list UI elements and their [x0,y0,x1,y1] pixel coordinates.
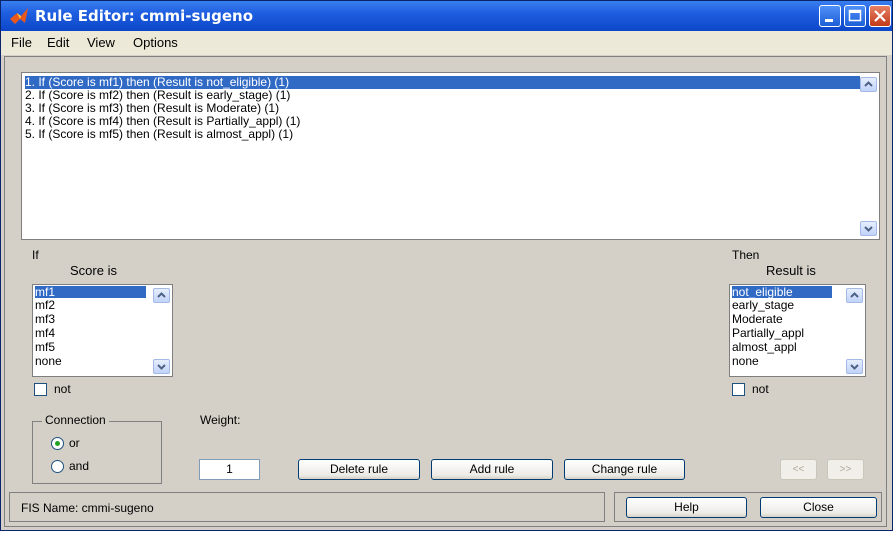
if-label: If [32,248,39,262]
rules-scrollbar[interactable] [860,74,878,238]
window-title: Rule Editor: cmmi-sugeno [35,7,254,25]
connection-title: Connection [42,413,109,427]
then-label: Then [732,248,760,262]
if-not-label: not [54,382,71,396]
weight-input[interactable]: 1 [199,459,260,480]
maximize-button[interactable] [844,5,866,27]
list-item[interactable]: none [35,355,62,367]
maximize-icon [848,9,862,22]
close-button[interactable]: Close [760,497,877,518]
menu-file[interactable]: File [11,35,32,50]
menu-edit[interactable]: Edit [47,35,69,50]
help-button[interactable]: Help [626,497,747,518]
scroll-up-button[interactable] [846,288,863,303]
rules-list[interactable]: 1. If (Score is mf1) then (Result is not… [21,72,880,240]
scroll-up-button[interactable] [153,288,170,303]
previous-button[interactable]: << [780,459,817,480]
list-item[interactable]: mf4 [35,327,55,339]
scroll-up-button[interactable] [860,77,877,92]
change-rule-button[interactable]: Change rule [564,459,685,480]
list-item[interactable]: mf5 [35,341,55,353]
then-not-checkbox[interactable] [732,383,745,396]
and-radio[interactable] [51,460,64,473]
close-window-button[interactable] [869,5,891,27]
matlab-logo-icon [10,8,28,24]
list-item[interactable]: almost_appl [732,341,797,353]
minimize-button[interactable] [819,5,841,27]
chevron-up-icon [157,292,166,298]
status-bar: FIS Name: cmmi-sugeno [9,492,605,522]
output-mf-list[interactable]: not_eligible early_stage Moderate Partia… [729,284,866,377]
list-item[interactable]: mf1 [35,286,146,298]
radio-selected-dot [55,441,60,446]
minimize-icon [825,19,833,22]
input-list-scrollbar[interactable] [153,286,171,375]
input-mf-list[interactable]: mf1 mf2 mf3 mf4 mf5 none [32,284,173,377]
delete-rule-button[interactable]: Delete rule [298,459,420,480]
status-text: FIS Name: cmmi-sugeno [21,501,154,515]
close-icon [874,10,886,22]
list-item[interactable]: early_stage [732,299,794,311]
add-rule-button[interactable]: Add rule [431,459,553,480]
list-item[interactable]: mf2 [35,299,55,311]
title-bar[interactable]: Rule Editor: cmmi-sugeno [1,1,892,31]
if-not-checkbox[interactable] [34,383,47,396]
connection-group [32,421,162,484]
list-item[interactable]: none [732,355,759,367]
chevron-down-icon [157,364,166,370]
then-not-label: not [752,382,769,396]
list-item[interactable]: not_eligible [732,286,832,298]
menu-options[interactable]: Options [133,35,178,50]
list-item[interactable]: Moderate [732,313,783,325]
scroll-down-button[interactable] [860,221,877,236]
next-button[interactable]: >> [827,459,864,480]
chevron-down-icon [850,364,859,370]
chevron-up-icon [850,292,859,298]
chevron-up-icon [864,81,873,87]
menu-bar: File Edit View Options [1,31,892,55]
chevron-down-icon [864,226,873,232]
and-label: and [69,459,90,473]
list-item[interactable]: mf3 [35,313,55,325]
menu-view[interactable]: View [87,35,115,50]
scroll-down-button[interactable] [153,359,170,374]
output-list-scrollbar[interactable] [846,286,864,375]
or-label: or [69,436,80,450]
scroll-down-button[interactable] [846,359,863,374]
input-variable-label: Score is [70,263,117,278]
output-variable-label: Result is [766,263,816,278]
rule-item[interactable]: 5. If (Score is mf5) then (Result is alm… [25,128,293,141]
list-item[interactable]: Partially_appl [732,327,804,339]
or-radio[interactable] [51,437,64,450]
weight-label: Weight: [200,413,241,427]
